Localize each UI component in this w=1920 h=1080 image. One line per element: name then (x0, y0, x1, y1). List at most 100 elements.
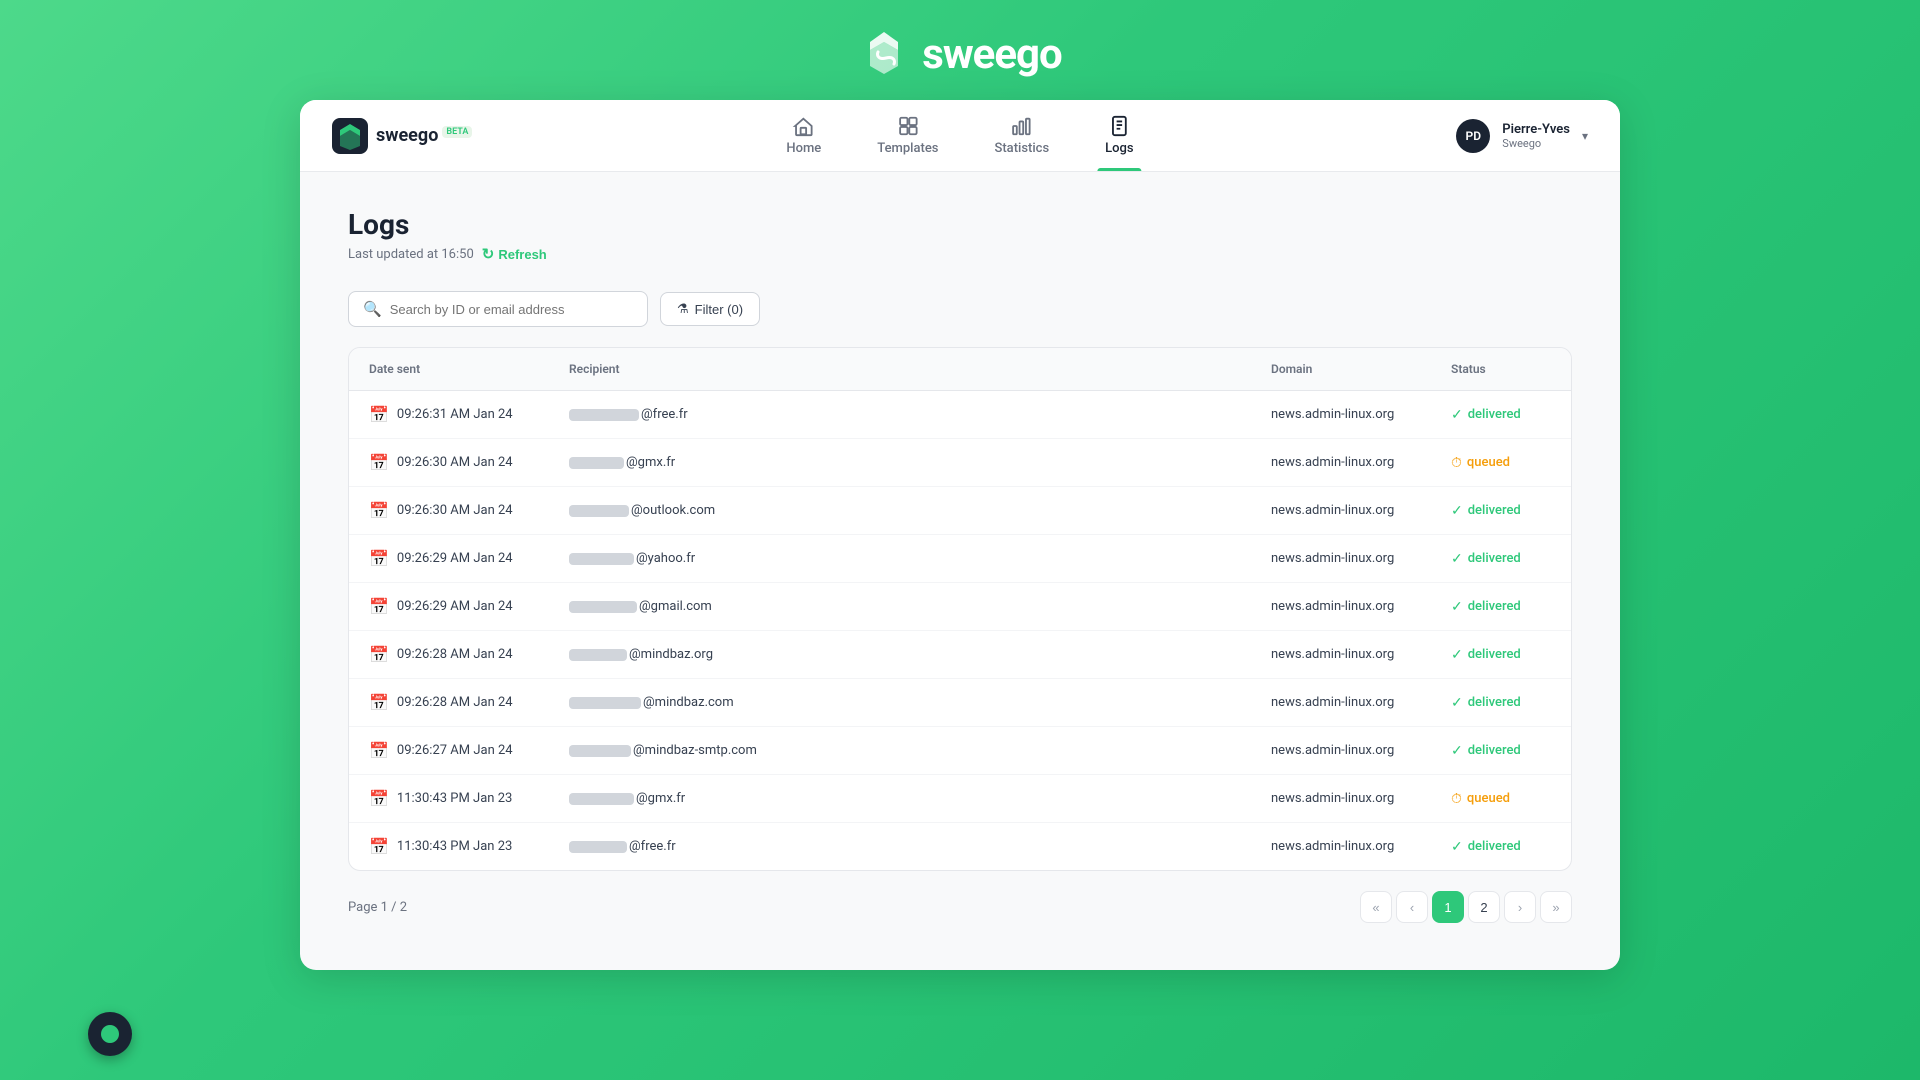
nav-item-home[interactable]: Home (778, 100, 829, 171)
cell-date: 📅 09:26:30 AM Jan 24 (349, 439, 549, 487)
table-container: Date sent Recipient Domain Status 📅 09:2… (348, 347, 1572, 871)
page-prev-button[interactable]: ‹ (1396, 891, 1428, 923)
chat-icon (101, 1025, 119, 1043)
cell-status: ✓ delivered (1431, 487, 1571, 535)
cell-domain: news.admin-linux.org (1251, 535, 1431, 583)
filter-label: Filter (0) (695, 302, 743, 317)
table-row[interactable]: 📅 09:26:28 AM Jan 24 @mindbaz.org news.a… (349, 631, 1571, 679)
chat-bubble[interactable] (88, 1012, 132, 1056)
status-delivered: ✓ delivered (1451, 839, 1521, 855)
date-value: 09:26:28 AM Jan 24 (397, 695, 513, 710)
table-row[interactable]: 📅 09:26:29 AM Jan 24 @gmail.com news.adm… (349, 583, 1571, 631)
calendar-icon: 📅 (369, 645, 389, 664)
page-last-button[interactable]: » (1540, 891, 1572, 923)
cell-recipient: @mindbaz.org (549, 631, 1251, 679)
cell-domain: news.admin-linux.org (1251, 391, 1431, 439)
top-logo-icon (858, 28, 910, 80)
page-button-1[interactable]: 1 (1432, 891, 1464, 923)
search-box[interactable]: 🔍 (348, 291, 648, 327)
nav-avatar: PD (1456, 119, 1490, 153)
calendar-icon: 📅 (369, 597, 389, 616)
cell-status: ✓ delivered (1431, 631, 1571, 679)
nav-center: Home Templates Statistics (778, 100, 1141, 171)
filter-button[interactable]: ⚗ Filter (0) (660, 292, 760, 326)
page-title: Logs (348, 208, 1572, 241)
nav-label-templates: Templates (877, 141, 938, 156)
logs-table: Date sent Recipient Domain Status 📅 09:2… (349, 348, 1571, 870)
table-row[interactable]: 📅 09:26:30 AM Jan 24 @gmx.fr news.admin-… (349, 439, 1571, 487)
top-logo: sweego (858, 28, 1061, 80)
calendar-icon: 📅 (369, 501, 389, 520)
refresh-label: Refresh (498, 247, 546, 262)
calendar-icon: 📅 (369, 789, 389, 808)
page-next-button[interactable]: › (1504, 891, 1536, 923)
refresh-button[interactable]: ↻ Refresh (482, 245, 547, 263)
cell-date: 📅 11:30:43 PM Jan 23 (349, 823, 549, 871)
recipient-blur (569, 601, 637, 613)
toolbar: 🔍 ⚗ Filter (0) (348, 291, 1572, 327)
th-domain: Domain (1251, 348, 1431, 391)
date-value: 09:26:29 AM Jan 24 (397, 551, 513, 566)
table-row[interactable]: 📅 09:26:28 AM Jan 24 @mindbaz.com news.a… (349, 679, 1571, 727)
date-value: 09:26:30 AM Jan 24 (397, 503, 513, 518)
table-row[interactable]: 📅 11:30:43 PM Jan 23 @free.fr news.admin… (349, 823, 1571, 871)
cell-date: 📅 09:26:28 AM Jan 24 (349, 679, 549, 727)
th-date-sent: Date sent (349, 348, 549, 391)
search-icon: 🔍 (363, 300, 382, 318)
nav-right: PD Pierre-Yves Sweego ▾ (1456, 119, 1588, 153)
recipient-suffix: @outlook.com (631, 503, 715, 518)
cell-status: ⏱ queued (1431, 439, 1571, 487)
date-value: 09:26:29 AM Jan 24 (397, 599, 513, 614)
search-input[interactable] (390, 302, 633, 317)
table-row[interactable]: 📅 09:26:31 AM Jan 24 @free.fr news.admin… (349, 391, 1571, 439)
recipient-blur (569, 649, 627, 661)
top-logo-text: sweego (922, 30, 1061, 79)
recipient-suffix: @yahoo.fr (636, 551, 695, 566)
cell-domain: news.admin-linux.org (1251, 439, 1431, 487)
page-button-2[interactable]: 2 (1468, 891, 1500, 923)
nav-brand-badge: BETA (442, 126, 472, 138)
nav-label-home: Home (786, 141, 821, 156)
recipient-blur (569, 553, 634, 565)
recipient-suffix: @mindbaz-smtp.com (633, 743, 757, 758)
cell-date: 📅 09:26:29 AM Jan 24 (349, 535, 549, 583)
table-row[interactable]: 📅 09:26:27 AM Jan 24 @mindbaz-smtp.com n… (349, 727, 1571, 775)
navbar: sweego BETA Home (300, 100, 1620, 172)
page-first-button[interactable]: « (1360, 891, 1392, 923)
status-delivered: ✓ delivered (1451, 503, 1521, 519)
cell-date: 📅 09:26:29 AM Jan 24 (349, 583, 549, 631)
nav-brand-name: sweego (376, 125, 438, 146)
nav-item-statistics[interactable]: Statistics (986, 100, 1057, 171)
nav-user-org: Sweego (1502, 137, 1570, 150)
cell-domain: news.admin-linux.org (1251, 631, 1431, 679)
cell-date: 📅 09:26:31 AM Jan 24 (349, 391, 549, 439)
status-delivered: ✓ delivered (1451, 647, 1521, 663)
status-queued: ⏱ queued (1451, 455, 1510, 471)
cell-recipient: @mindbaz.com (549, 679, 1251, 727)
recipient-suffix: @mindbaz.com (643, 695, 734, 710)
chevron-down-icon[interactable]: ▾ (1582, 129, 1588, 143)
cell-domain: news.admin-linux.org (1251, 775, 1431, 823)
cell-domain: news.admin-linux.org (1251, 583, 1431, 631)
th-recipient: Recipient (549, 348, 1251, 391)
table-row[interactable]: 📅 11:30:43 PM Jan 23 @gmx.fr news.admin-… (349, 775, 1571, 823)
cell-status: ✓ delivered (1431, 823, 1571, 871)
cell-date: 📅 11:30:43 PM Jan 23 (349, 775, 549, 823)
status-delivered: ✓ delivered (1451, 551, 1521, 567)
cell-recipient: @free.fr (549, 391, 1251, 439)
top-banner: sweego (0, 0, 1920, 100)
table-row[interactable]: 📅 09:26:29 AM Jan 24 @yahoo.fr news.admi… (349, 535, 1571, 583)
date-value: 09:26:31 AM Jan 24 (397, 407, 513, 422)
main-card: sweego BETA Home (300, 100, 1620, 970)
nav-item-templates[interactable]: Templates (869, 100, 946, 171)
cell-recipient: @yahoo.fr (549, 535, 1251, 583)
cell-status: ✓ delivered (1431, 391, 1571, 439)
nav-label-statistics: Statistics (994, 141, 1049, 156)
calendar-icon: 📅 (369, 405, 389, 424)
nav-item-logs[interactable]: Logs (1097, 100, 1141, 171)
cell-domain: news.admin-linux.org (1251, 823, 1431, 871)
recipient-blur (569, 745, 631, 757)
recipient-suffix: @gmx.fr (636, 791, 685, 806)
cell-recipient: @gmx.fr (549, 775, 1251, 823)
table-row[interactable]: 📅 09:26:30 AM Jan 24 @outlook.com news.a… (349, 487, 1571, 535)
